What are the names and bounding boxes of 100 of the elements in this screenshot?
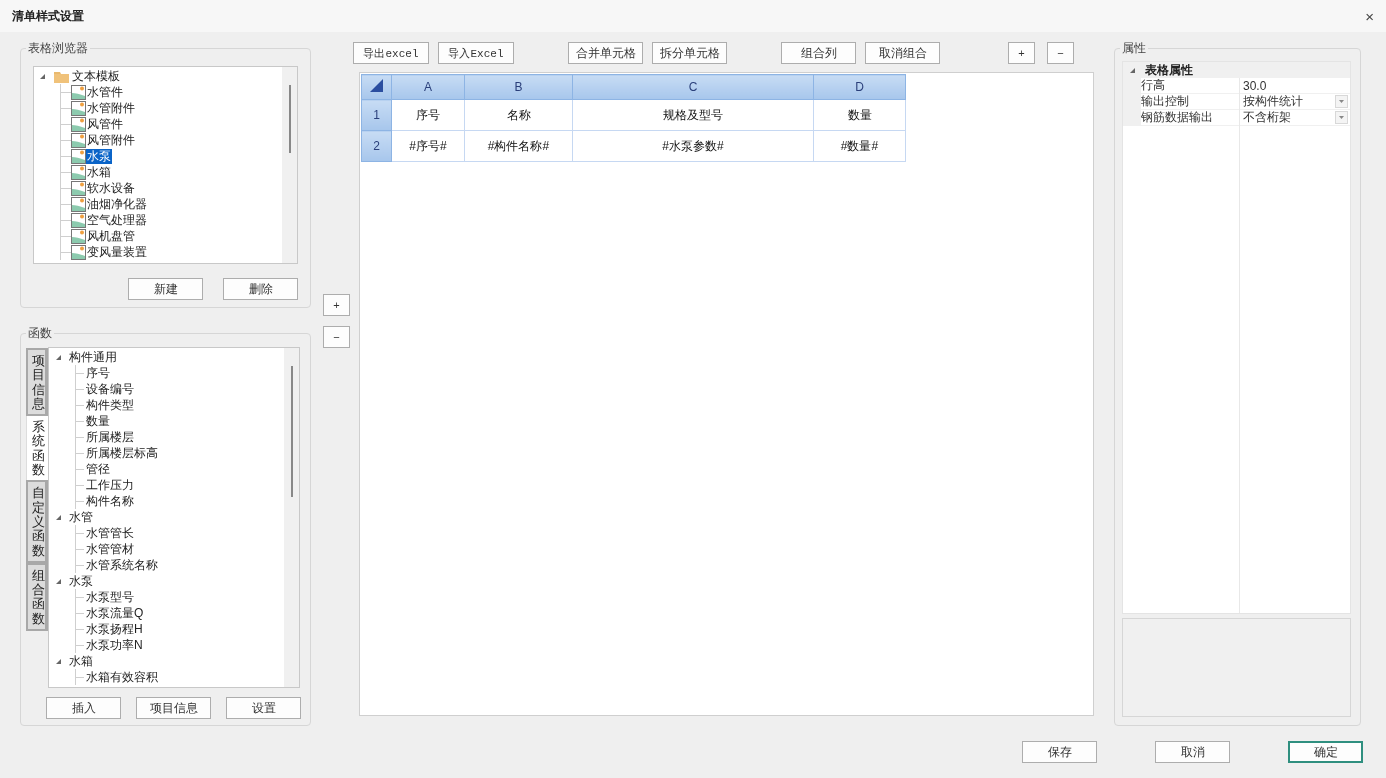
tree-item[interactable]: 水管系统名称: [86, 556, 158, 574]
image-icon: [71, 116, 86, 132]
tree-item[interactable]: 水箱: [86, 164, 112, 180]
toolbar-button[interactable]: 取消组合: [865, 42, 940, 64]
table-cell[interactable]: #序号#: [391, 130, 465, 162]
tree-item[interactable]: 水管: [69, 508, 93, 526]
folder-icon: [54, 69, 69, 83]
button[interactable]: 取消: [1155, 741, 1230, 763]
toolbar-button[interactable]: +: [1008, 42, 1035, 64]
button[interactable]: −: [323, 326, 350, 348]
property-value[interactable]: 按构件统计: [1243, 93, 1303, 110]
table-cell[interactable]: 数量: [813, 99, 906, 131]
column-header[interactable]: A: [391, 74, 465, 100]
tree-item[interactable]: 构件名称: [86, 492, 134, 510]
button[interactable]: 删除: [223, 278, 298, 300]
tree-item[interactable]: 设备编号: [86, 380, 134, 398]
tree-item[interactable]: 数量: [86, 412, 110, 430]
property-value[interactable]: 不含桁架: [1243, 109, 1291, 126]
table-cell[interactable]: 序号: [391, 99, 465, 131]
property-name: 钢筋数据输出: [1141, 110, 1214, 125]
table-cell[interactable]: #数量#: [813, 130, 906, 162]
table-cell[interactable]: 规格及型号: [572, 99, 814, 131]
vertical-tab[interactable]: 系统函数: [26, 416, 48, 481]
property-name: 行高: [1141, 78, 1166, 93]
toolbar-button[interactable]: 合并单元格: [568, 42, 643, 64]
tree-item[interactable]: 序号: [86, 364, 110, 382]
tree-item[interactable]: 风机盘管: [86, 228, 136, 244]
vertical-tab[interactable]: 项目信息: [26, 348, 48, 417]
tree-item[interactable]: 水管件: [86, 84, 124, 100]
button[interactable]: 确定: [1288, 741, 1363, 763]
image-icon: [71, 180, 86, 196]
image-icon: [71, 212, 86, 228]
image-icon: [71, 228, 86, 244]
row-header[interactable]: 1: [361, 99, 392, 131]
group-title: 函数: [26, 326, 54, 340]
table-cell[interactable]: 名称: [464, 99, 573, 131]
group-title: 属性: [1120, 41, 1148, 55]
scrollbar-thumb[interactable]: [289, 85, 291, 153]
close-button[interactable]: ×: [1365, 7, 1374, 25]
column-header[interactable]: B: [464, 74, 573, 100]
toolbar-button[interactable]: 组合列: [781, 42, 856, 64]
tree-item[interactable]: 所属楼层标高: [86, 444, 158, 462]
image-icon: [71, 100, 86, 116]
tree-item[interactable]: 变风量装置: [86, 244, 148, 260]
tree-item[interactable]: 工作压力: [86, 476, 134, 494]
property-name: 输出控制: [1141, 94, 1190, 109]
button[interactable]: 设置: [226, 697, 301, 719]
button[interactable]: 保存: [1022, 741, 1097, 763]
tree-item[interactable]: 水泵型号: [86, 588, 134, 606]
row-header[interactable]: 2: [361, 130, 392, 162]
image-icon: [71, 148, 86, 164]
dropdown-button[interactable]: [1335, 111, 1348, 124]
scrollbar-thumb[interactable]: [291, 366, 293, 497]
vertical-tab[interactable]: 组合函数: [26, 562, 48, 632]
tree-item[interactable]: 构件类型: [86, 396, 134, 414]
button[interactable]: 新建: [128, 278, 203, 300]
column-header[interactable]: D: [813, 74, 906, 100]
toolbar-button[interactable]: −: [1047, 42, 1074, 64]
tree-item[interactable]: 软水设备: [86, 180, 136, 196]
window-title: 清单样式设置: [12, 7, 84, 25]
button[interactable]: 插入: [46, 697, 121, 719]
toolbar-button[interactable]: 导入Excel: [438, 42, 514, 64]
tree-item[interactable]: 水管附件: [86, 100, 136, 116]
tree-item[interactable]: 水管管材: [86, 540, 134, 558]
tree-item[interactable]: 水箱: [69, 652, 93, 670]
tree-item[interactable]: 风管附件: [86, 132, 136, 148]
button[interactable]: 项目信息: [136, 697, 211, 719]
tree-item[interactable]: 构件通用: [69, 348, 117, 366]
tree-item[interactable]: 管径: [86, 460, 110, 478]
toolbar-button[interactable]: 导出excel: [353, 42, 429, 64]
tree-item[interactable]: 水箱有效容积: [86, 668, 158, 686]
image-icon: [71, 196, 86, 212]
vertical-tab[interactable]: 自定义函数: [26, 480, 48, 563]
toolbar-button[interactable]: 拆分单元格: [652, 42, 727, 64]
tree-item[interactable]: 水管管长: [86, 524, 134, 542]
tree-item[interactable]: 文本模板: [71, 68, 121, 84]
triangle-icon: [369, 78, 384, 93]
image-icon: [71, 164, 86, 180]
select-all-corner[interactable]: [361, 74, 392, 100]
group-title: 表格浏览器: [26, 41, 90, 55]
caret-icon: [1339, 116, 1344, 119]
tree-item[interactable]: 水泵流量Q: [86, 604, 144, 622]
tree-item[interactable]: 水泵: [69, 572, 93, 590]
property-value[interactable]: 30.0: [1243, 78, 1267, 93]
dropdown-button[interactable]: [1335, 95, 1348, 108]
tree-item[interactable]: 水泵扬程H: [86, 620, 143, 638]
tree-item[interactable]: 风管件: [86, 116, 124, 132]
tree-item[interactable]: 空气处理器: [86, 212, 148, 228]
image-icon: [71, 84, 86, 100]
caret-icon: [1339, 100, 1344, 103]
image-icon: [71, 244, 86, 260]
button[interactable]: +: [323, 294, 350, 316]
image-icon: [71, 132, 86, 148]
tree-item[interactable]: 水泵功率N: [86, 636, 143, 654]
tree-item[interactable]: 水泵: [86, 148, 112, 164]
table-cell[interactable]: #水泵参数#: [572, 130, 814, 162]
tree-item[interactable]: 油烟净化器: [86, 196, 148, 212]
tree-item[interactable]: 所属楼层: [86, 428, 134, 446]
table-cell[interactable]: #构件名称#: [464, 130, 573, 162]
column-header[interactable]: C: [572, 74, 814, 100]
